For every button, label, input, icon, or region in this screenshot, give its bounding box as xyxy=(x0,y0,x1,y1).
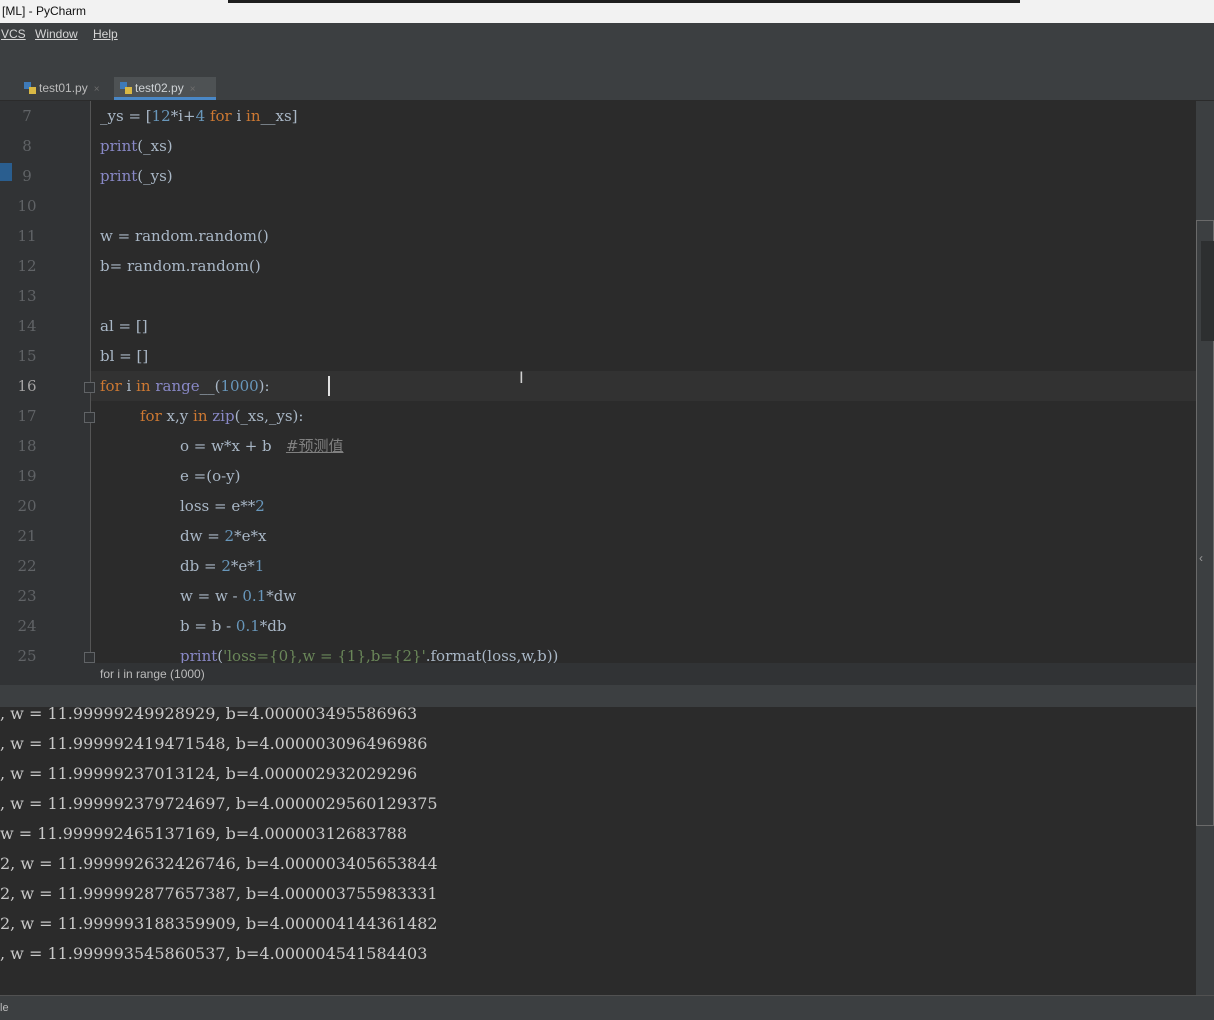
console-line: 2, w = 11.999992877657387, b=4.000003755… xyxy=(0,884,438,903)
fold-icon[interactable] xyxy=(84,382,95,393)
tab-label: test02.py xyxy=(135,81,184,95)
line-number: 11 xyxy=(17,227,37,245)
code-line: print(_xs) xyxy=(100,137,173,155)
line-number: 25 xyxy=(17,647,37,663)
line-number: 14 xyxy=(17,317,37,335)
line-number: 7 xyxy=(22,107,32,125)
console-line: , w = 11.999993545860537, b=4.0000045415… xyxy=(0,944,428,963)
run-console[interactable]: , w = 11.99999249928929, b=4.00000349558… xyxy=(0,707,1196,995)
menu-vcs[interactable]: VCS xyxy=(1,23,26,45)
title-bar: [ML] - PyCharm xyxy=(0,0,1214,23)
code-line: _ys = [12*i+4 for i in__xs] xyxy=(100,107,298,125)
line-number: 12 xyxy=(17,257,37,275)
line-number: 15 xyxy=(17,347,37,365)
line-number: 17 xyxy=(17,407,37,425)
console-line: , w = 11.99999237013124, b=4.00000293202… xyxy=(0,764,418,783)
code-line: o = w*x + b #预测值 xyxy=(180,437,344,455)
code-line: print(_ys) xyxy=(100,167,173,185)
fold-icon[interactable] xyxy=(84,412,95,423)
console-line: 2, w = 11.999993188359909, b=4.000004144… xyxy=(0,914,438,933)
code-line: w = w - 0.1*dw xyxy=(180,587,297,605)
code-line: dw = 2*e*x xyxy=(180,527,267,545)
code-line: db = 2*e*1 xyxy=(180,557,265,575)
line-number: 18 xyxy=(17,437,37,455)
code-line: loss = e**2 xyxy=(180,497,265,515)
fold-icon[interactable] xyxy=(84,652,95,663)
status-bar: le xyxy=(0,995,1214,1020)
panel-splitter[interactable] xyxy=(0,685,1196,707)
code-line: e =(o-y) xyxy=(180,467,241,485)
line-number: 13 xyxy=(17,287,37,305)
tab-close-icon[interactable]: × xyxy=(94,84,100,95)
status-text: le xyxy=(0,1002,9,1014)
code-line: for x,y in zip(_xs,_ys): xyxy=(140,407,304,425)
line-number: 9 xyxy=(22,167,32,185)
line-number: 19 xyxy=(17,467,37,485)
breadcrumb-item[interactable]: for i in range (1000) xyxy=(100,663,205,685)
tab-test02[interactable]: test02.py × xyxy=(114,77,216,100)
code-line: b= random.random() xyxy=(100,257,261,275)
line-number: 8 xyxy=(22,137,32,155)
line-number-gutter: 7 8 9 10 11 12 13 14 15 16 17 18 19 20 2… xyxy=(0,101,91,663)
code-line: w = random.random() xyxy=(100,227,269,245)
line-number: 22 xyxy=(17,557,37,575)
chevron-left-icon[interactable]: ‹ xyxy=(1199,551,1203,565)
console-line: 2, w = 11.999992632426746, b=4.000003405… xyxy=(0,854,438,873)
line-number: 23 xyxy=(17,587,37,605)
code-editor[interactable]: 7 8 9 10 11 12 13 14 15 16 17 18 19 20 2… xyxy=(0,101,1196,663)
menu-bar: VCS Window Help xyxy=(0,23,1214,45)
text-caret xyxy=(328,376,330,396)
line-number-current: 16 xyxy=(17,377,37,395)
line-number: 24 xyxy=(17,617,37,635)
code-line: al = [] xyxy=(100,317,148,335)
tab-close-icon[interactable]: × xyxy=(190,84,196,95)
code-line: bl = [] xyxy=(100,347,149,365)
code-line: print('loss={0},w = {1},b={2}'.format(lo… xyxy=(180,647,559,663)
console-line: , w = 11.999992419471548, b=4.0000030964… xyxy=(0,734,428,753)
console-line: , w = 11.999992379724697, b=4.0000029560… xyxy=(0,794,438,813)
line-number: 21 xyxy=(17,527,37,545)
side-panel-block xyxy=(1201,241,1214,341)
window-title: [ML] - PyCharm xyxy=(2,4,87,18)
line-number: 10 xyxy=(17,197,37,215)
breadcrumb[interactable]: for i in range (1000) xyxy=(0,663,1196,685)
menu-help[interactable]: Help xyxy=(93,23,118,45)
text-cursor-icon: I xyxy=(519,368,524,387)
line-number: 20 xyxy=(17,497,37,515)
console-line: , w = 11.99999249928929, b=4.00000349558… xyxy=(0,707,418,723)
code-line: b = b - 0.1*db xyxy=(180,617,287,635)
tab-label: test01.py xyxy=(39,81,88,95)
right-side-panel[interactable]: ‹ xyxy=(1196,220,1214,826)
gutter-marker xyxy=(0,163,12,181)
python-file-icon xyxy=(120,79,132,94)
toolbar xyxy=(0,45,1214,75)
tab-test01[interactable]: test01.py × xyxy=(18,77,112,99)
console-line: w = 11.999992465137169, b=4.000003126837… xyxy=(0,824,408,843)
overlay-window-edge xyxy=(228,0,1020,3)
python-file-icon xyxy=(24,79,36,94)
menu-window[interactable]: Window xyxy=(35,23,78,45)
code-line-current: for i in range__(1000): xyxy=(100,377,270,395)
editor-tab-bar: test01.py × test02.py × xyxy=(0,75,1214,101)
